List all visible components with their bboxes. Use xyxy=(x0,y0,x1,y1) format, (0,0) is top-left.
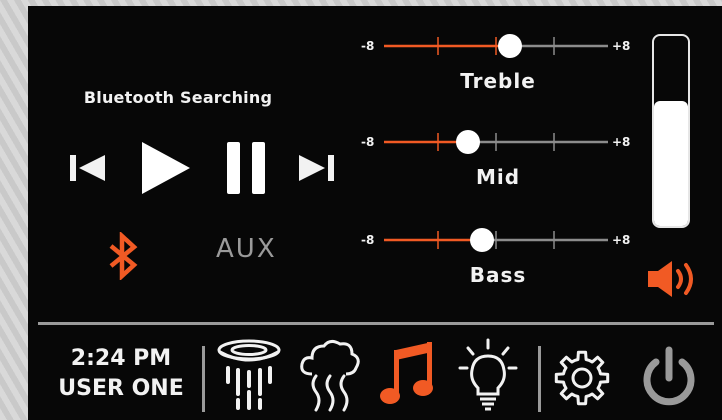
gear-icon[interactable] xyxy=(552,348,612,408)
equalizer: -8 +8 Treble -8 +8 Mid -8 +8 Bass xyxy=(361,34,630,287)
previous-track-icon[interactable] xyxy=(68,152,108,184)
pause-icon[interactable] xyxy=(224,140,268,196)
clock-time: 2:24 PM xyxy=(70,346,172,371)
music-note-icon[interactable] xyxy=(378,340,436,408)
bluetooth-icon[interactable] xyxy=(108,232,138,280)
eq-max-label: +8 xyxy=(612,135,630,149)
control-panel-screen: Bluetooth Searching AUX -8 +8 Treble -8 +8 Mi… xyxy=(28,6,722,420)
light-bulb-icon[interactable] xyxy=(456,338,520,414)
steam-icon[interactable] xyxy=(298,336,362,414)
eq-min-label: -8 xyxy=(361,233,374,247)
eq-label-bass: Bass xyxy=(470,263,527,287)
speaker-volume-icon[interactable] xyxy=(646,258,702,300)
vertical-divider xyxy=(538,346,541,412)
eq-min-label: -8 xyxy=(361,39,374,53)
vertical-divider xyxy=(202,346,205,412)
eq-min-label: -8 xyxy=(361,135,374,149)
eq-label-treble: Treble xyxy=(460,69,536,93)
eq-knob-treble[interactable] xyxy=(498,34,522,58)
clock-display: 2:24 PM USER ONE xyxy=(42,344,200,404)
eq-max-label: +8 xyxy=(612,233,630,247)
bluetooth-status-text: Bluetooth Searching xyxy=(83,88,273,107)
play-icon[interactable] xyxy=(138,138,194,198)
eq-max-label: +8 xyxy=(612,39,630,53)
volume-level-fill xyxy=(654,100,688,226)
rain-shower-icon[interactable] xyxy=(216,338,282,414)
eq-knob-mid[interactable] xyxy=(456,130,480,154)
aux-source-button[interactable]: AUX xyxy=(216,234,277,264)
eq-label-mid: Mid xyxy=(476,165,520,189)
horizontal-divider xyxy=(38,322,714,325)
power-icon[interactable] xyxy=(638,344,700,410)
eq-knob-bass[interactable] xyxy=(470,228,494,252)
volume-slider[interactable] xyxy=(652,34,690,228)
next-track-icon[interactable] xyxy=(296,152,336,184)
user-name: USER ONE xyxy=(58,376,184,401)
